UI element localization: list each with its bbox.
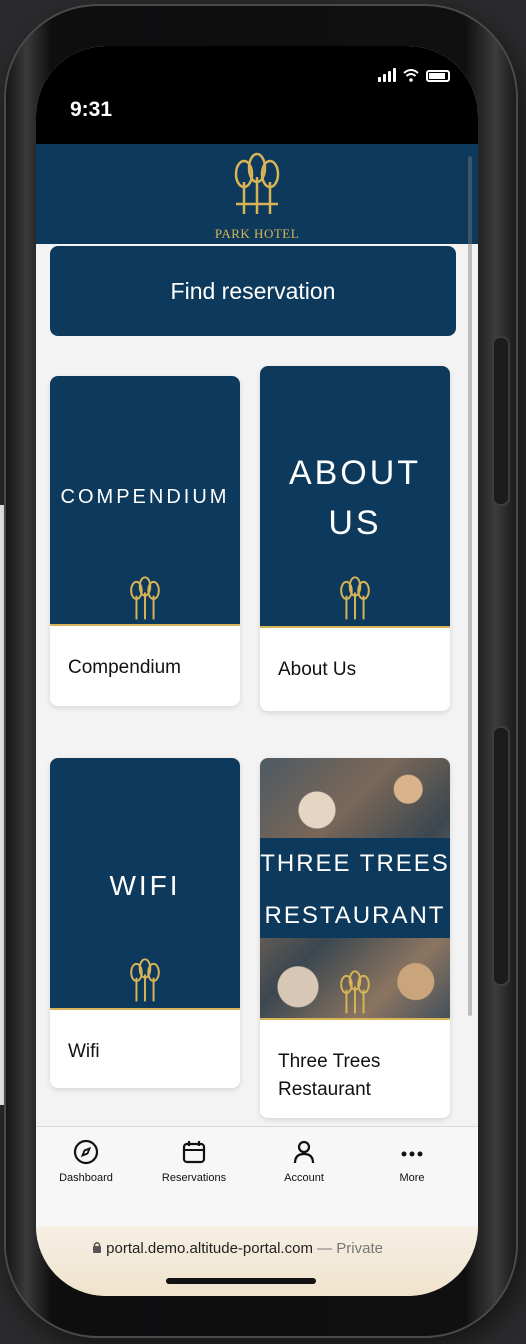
tile-caption: Compendium [68, 657, 181, 678]
status-time: 9:31 [70, 98, 113, 121]
tab-label: More [399, 1172, 425, 1184]
more-dots-icon [401, 1151, 423, 1157]
tile-caption: About Us [278, 659, 357, 680]
screen: 9:31 PARK HOTEL Find reservation COMPEND… [36, 46, 478, 1296]
tab-reservations[interactable]: Reservations [144, 1139, 244, 1184]
tile-compendium[interactable]: COMPENDIUM Compendium [50, 376, 240, 706]
stage: 9:31 PARK HOTEL Find reservation COMPEND… [0, 0, 526, 1344]
tile-caption: Wifi [68, 1041, 100, 1062]
tile-art-title-line2: RESTAURANT [264, 902, 446, 929]
hotel-logo-icon [234, 152, 280, 214]
tile-caption: Three Trees Restaurant [278, 1051, 381, 1100]
url-address: portal.demo.altitude-portal.com [106, 1240, 313, 1257]
url-text: portal.demo.altitude-portal.com — Privat… [92, 1240, 383, 1257]
tile-art-title-line1: THREE TREES [260, 850, 450, 877]
browser-url-bar[interactable]: portal.demo.altitude-portal.com — Privat… [36, 1226, 478, 1296]
calendar-icon [182, 1141, 206, 1164]
tab-account[interactable]: Account [254, 1139, 354, 1184]
tab-dashboard[interactable]: Dashboard [36, 1139, 136, 1184]
tile-art-title: COMPENDIUM [60, 486, 230, 508]
tile-art-title-line1: ABOUT [288, 454, 422, 492]
tile-wifi[interactable]: WIFI Wifi [50, 758, 240, 1088]
tile-art-title-line2: US [328, 504, 382, 542]
tab-label: Dashboard [59, 1172, 113, 1184]
volume-button [492, 726, 510, 986]
tab-label: Account [284, 1172, 324, 1184]
trees-icon [130, 576, 160, 620]
signal-icon [378, 68, 396, 82]
trees-icon [340, 970, 370, 1014]
tab-bar: Dashboard Reservations Account More [36, 1126, 478, 1226]
home-indicator[interactable] [166, 1278, 316, 1284]
tile-about-us[interactable]: ABOUT US About Us [260, 366, 450, 711]
phone-frame: 9:31 PARK HOTEL Find reservation COMPEND… [6, 6, 516, 1336]
private-label: — Private [317, 1240, 383, 1257]
trees-icon [130, 958, 160, 1002]
tab-more[interactable]: More [362, 1139, 462, 1184]
battery-icon [426, 70, 450, 82]
lock-icon [93, 1242, 101, 1253]
tile-art: WIFI [50, 758, 240, 1010]
tile-art-title: WIFI [109, 870, 181, 901]
side-button [492, 336, 510, 506]
person-icon [293, 1140, 315, 1164]
scrollbar[interactable] [468, 156, 472, 1016]
app-header: PARK HOTEL [36, 144, 478, 244]
tile-restaurant[interactable]: THREE TREES RESTAURANT Three Trees Resta… [260, 758, 450, 1118]
compass-icon [73, 1139, 99, 1165]
tab-label: Reservations [161, 1172, 227, 1184]
notch [136, 46, 386, 108]
tile-art: ABOUT US [260, 366, 450, 628]
status-bar: 9:31 [36, 46, 478, 144]
tile-art-photo: THREE TREES RESTAURANT [260, 758, 450, 1020]
find-reservation-button[interactable]: Find reservation [50, 246, 456, 336]
hotel-name: PARK HOTEL [214, 226, 300, 241]
status-icons [378, 68, 450, 82]
trees-icon [340, 576, 370, 620]
tile-art: COMPENDIUM [50, 376, 240, 626]
wifi-icon [403, 69, 419, 82]
